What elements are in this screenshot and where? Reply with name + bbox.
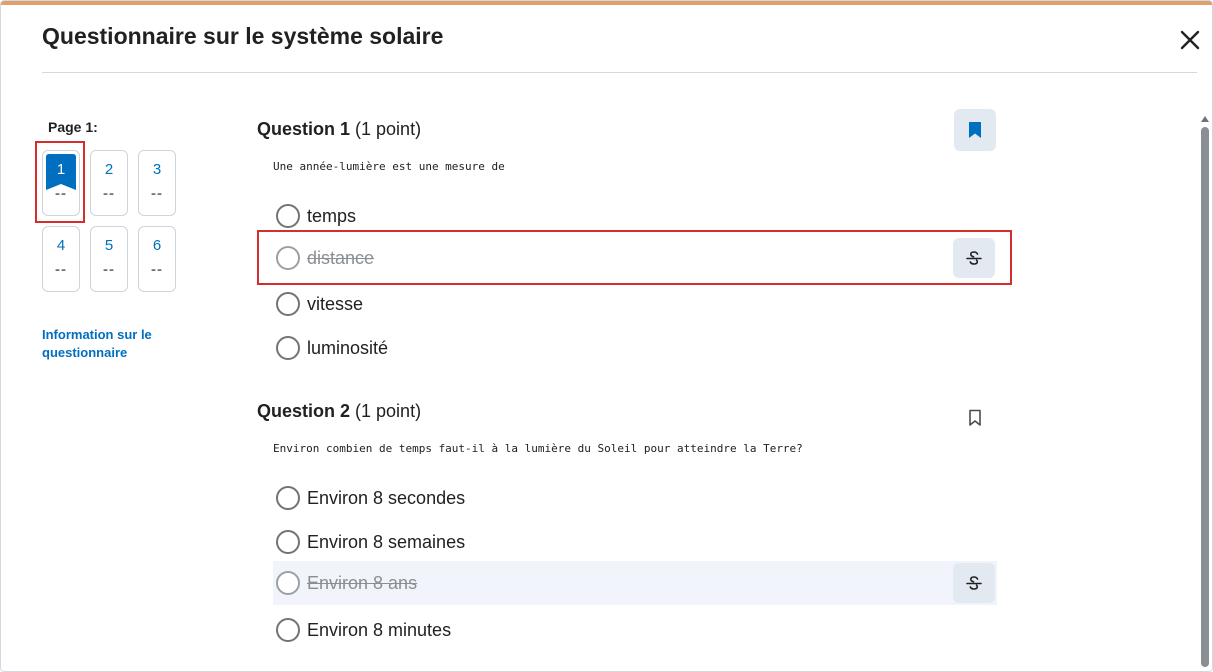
bookmark-filled-icon [969,122,981,138]
option-q2-4[interactable]: Environ 8 minutes [273,608,997,652]
close-button[interactable] [1175,25,1205,55]
option-q2-2[interactable]: Environ 8 semaines [273,520,997,564]
radio-button[interactable] [276,292,300,316]
top-accent-bar [1,1,1212,5]
question-nav-status: -- [103,261,115,278]
question-nav-number: 3 [152,161,162,178]
radio-button[interactable] [276,530,300,554]
option-label: temps [307,205,357,226]
question-1-text: Une année-lumière est une mesure de [273,160,505,173]
question-title: Question 1 [257,119,351,139]
quiz-dialog: Questionnaire sur le système solaire Pag… [0,0,1213,672]
question-nav-number: 4 [56,237,66,254]
title-divider [42,72,1197,73]
dialog-title: Questionnaire sur le système solaire [42,23,444,49]
bookmark-button-q1[interactable] [954,109,996,151]
vertical-scrollbar[interactable] [1199,113,1211,671]
option-label: vitesse [307,293,364,314]
question-2-text: Environ combien de temps faut-il à la lu… [273,442,803,455]
scrollbar-thumb[interactable] [1201,127,1209,667]
radio-button[interactable] [276,204,300,228]
question-1-heading: Question 1 (1 point) [257,119,421,140]
question-nav-number: 5 [104,237,114,254]
option-q1-3[interactable]: vitesse [273,282,997,326]
question-nav-status: -- [151,185,163,202]
option-label: luminosité [307,337,389,358]
question-title: Question 2 [257,401,351,421]
struck-option-highlight [257,230,1012,285]
radio-button[interactable] [276,618,300,642]
radio-button[interactable] [276,571,300,595]
question-nav-status: -- [151,261,163,278]
question-nav-4[interactable]: 4 -- [42,226,80,292]
option-q1-4[interactable]: luminosité [273,326,997,370]
close-icon [1180,30,1200,50]
question-nav-status: -- [55,261,67,278]
option-label: Environ 8 minutes [307,619,452,640]
strikethrough-button[interactable] [953,563,995,603]
option-label: Environ 8 secondes [307,487,466,508]
bookmark-outline-icon [969,409,981,426]
option-label: Environ 8 semaines [307,531,466,552]
radio-button[interactable] [276,486,300,510]
current-question-highlight [35,141,85,223]
scroll-up-arrow-icon[interactable] [1199,113,1211,125]
question-nav-status: -- [103,185,115,202]
radio-button[interactable] [276,336,300,360]
question-nav-number: 1 [56,161,66,178]
page-label: Page 1: [48,119,98,135]
question-points: (1 point) [355,119,422,139]
question-nav-number: 6 [152,237,162,254]
option-q2-3[interactable]: Environ 8 ans [273,561,997,605]
option-label: Environ 8 ans [307,572,418,593]
option-q2-1[interactable]: Environ 8 secondes [273,476,997,520]
question-2-heading: Question 2 (1 point) [257,401,421,422]
question-points: (1 point) [355,401,422,421]
quiz-info-link[interactable]: Information sur le questionnaire [42,326,192,362]
question-nav-3[interactable]: 3 -- [138,150,176,216]
question-nav-number: 2 [104,161,114,178]
bookmark-button-q2[interactable] [954,397,996,439]
question-nav-5[interactable]: 5 -- [90,226,128,292]
question-nav-2[interactable]: 2 -- [90,150,128,216]
question-nav-6[interactable]: 6 -- [138,226,176,292]
strikethrough-icon [966,576,982,590]
